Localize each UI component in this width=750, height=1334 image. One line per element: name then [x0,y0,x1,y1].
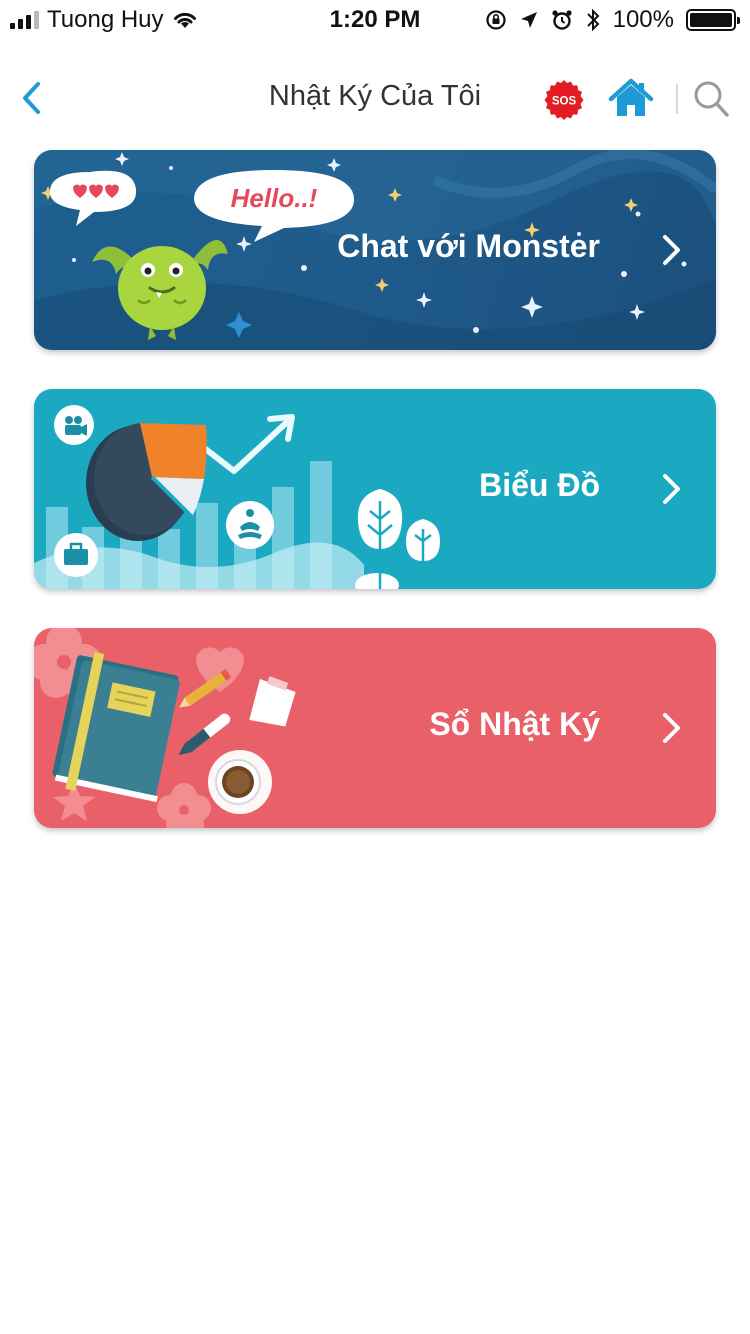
bluetooth-icon [586,8,600,32]
search-icon [694,81,729,117]
card-label-chat-monster: Chat với Monster [337,228,600,264]
status-bar: Tuong Huy 1:20 PM 100% [0,0,750,40]
sos-badge-icon: SOS [544,80,584,120]
chart-card[interactable]: Biểu Đồ [34,389,716,589]
diary-card[interactable]: Sổ Nhật Ký [34,628,716,828]
card-label-diary: Sổ Nhật Ký [429,706,600,742]
chat-monster-card[interactable]: Hello..! Chat với Monster [34,150,716,350]
navigation-bar: Nhật Ký Của Tôi SOS [0,56,750,140]
chevron-right-icon [663,235,680,265]
search-button[interactable] [692,78,732,120]
rotation-lock-icon [486,10,506,30]
chevron-right-icon [663,474,680,504]
status-indicators: 100% [485,6,740,34]
sos-button[interactable]: SOS [543,79,585,121]
chevron-right-icon [663,713,680,743]
nav-divider [676,84,678,114]
hello-bubble-text: Hello..! [231,183,318,213]
location-arrow-icon [520,12,537,28]
alarm-icon [552,10,572,30]
home-icon [608,78,654,116]
card-label-chart: Biểu Đồ [479,467,600,503]
home-button[interactable] [608,78,654,120]
svg-text:SOS: SOS [552,96,577,108]
chart-illustration [34,405,440,589]
diary-illustration [34,628,296,828]
battery-icon [686,9,740,31]
battery-percent: 100% [612,6,674,33]
